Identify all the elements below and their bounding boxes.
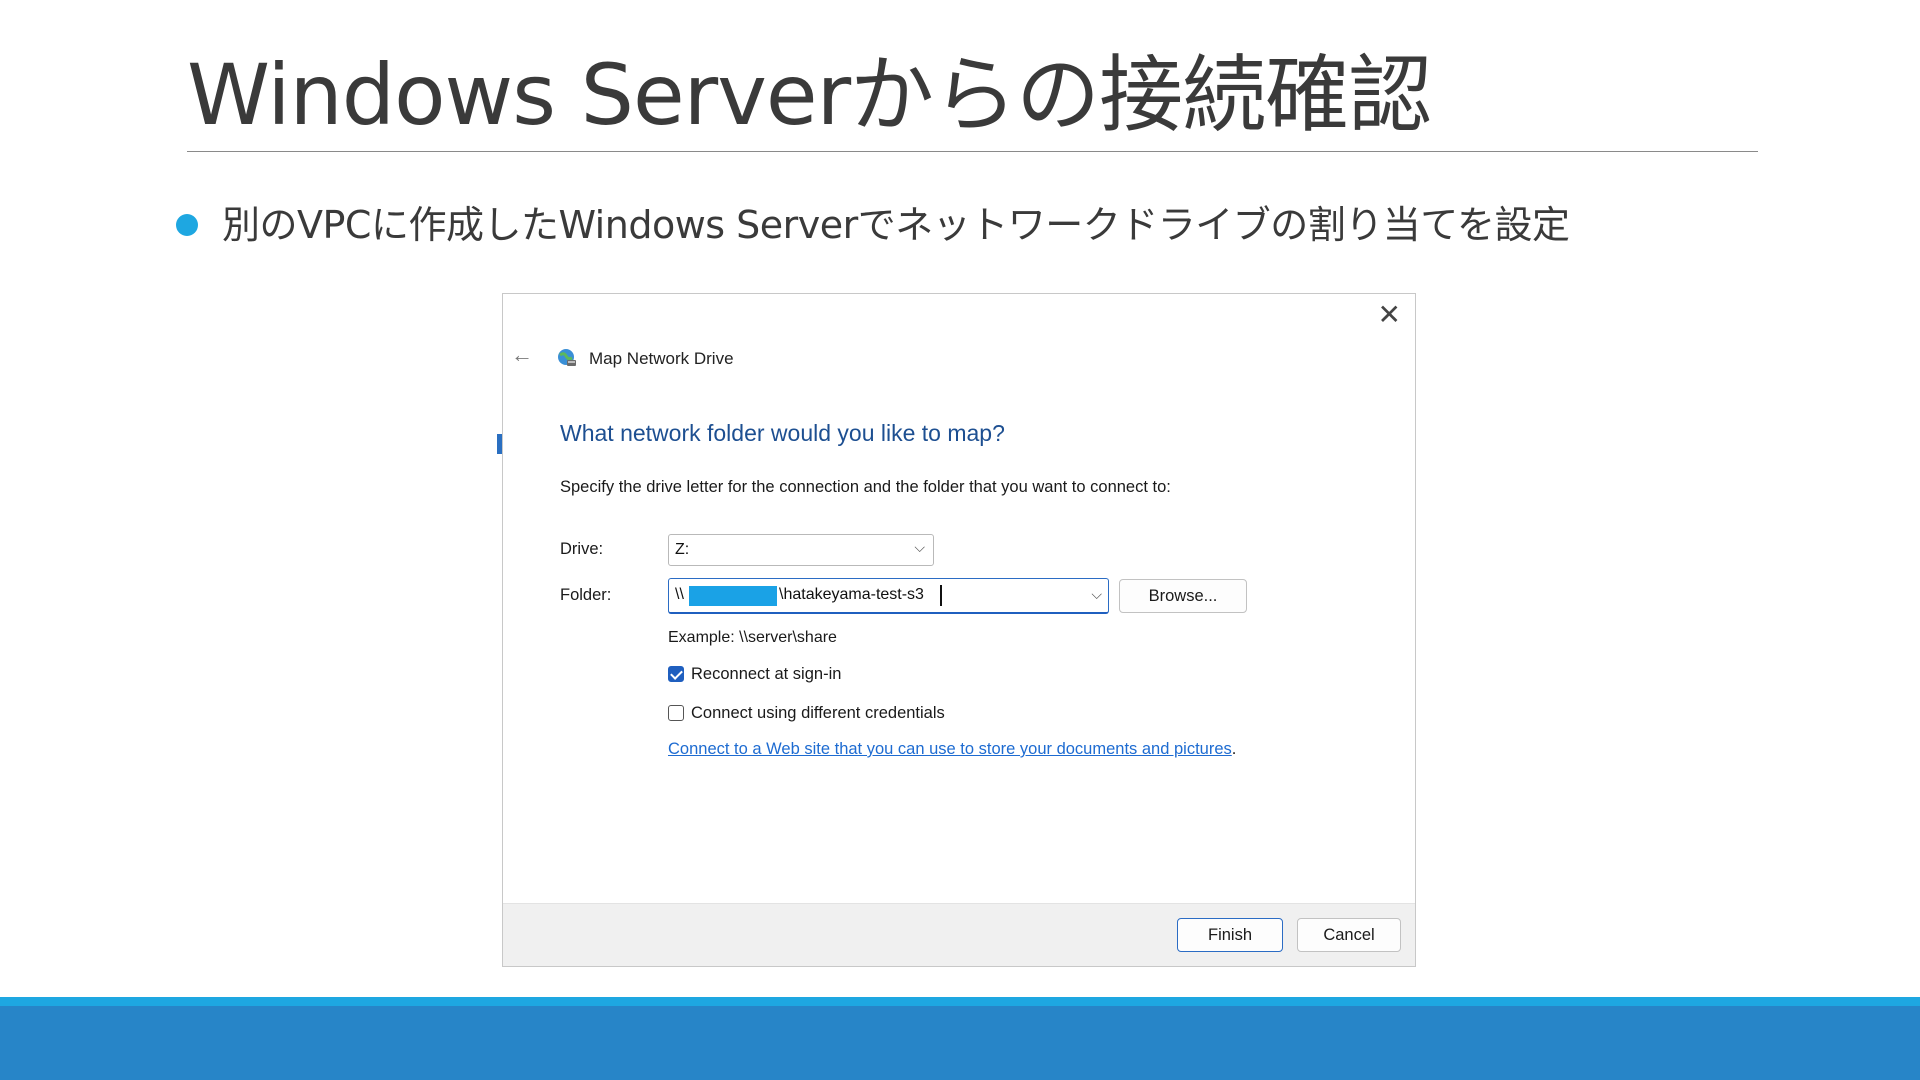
- bullet-dot: [176, 214, 198, 236]
- folder-prefix: \\: [675, 586, 684, 603]
- bullet-text: 別のVPCに作成したWindows Serverでネットワークドライブの割り当て…: [222, 203, 1570, 247]
- drive-value: Z:: [675, 541, 690, 558]
- finish-button[interactable]: Finish: [1177, 918, 1283, 952]
- map-network-drive-dialog: ✕ ← Map Network Drive What network folde…: [502, 293, 1416, 967]
- cancel-button[interactable]: Cancel: [1297, 918, 1401, 952]
- folder-example: Example: \\server\share: [668, 629, 837, 646]
- text-caret: [940, 585, 942, 606]
- close-icon[interactable]: ✕: [1378, 300, 1401, 330]
- dialog-instruction: Specify the drive letter for the connect…: [560, 478, 1171, 496]
- drive-label: Drive:: [560, 540, 604, 558]
- browse-button[interactable]: Browse...: [1119, 579, 1247, 613]
- web-site-link[interactable]: Connect to a Web site that you can use t…: [668, 740, 1236, 759]
- network-drive-icon: [558, 349, 576, 366]
- reconnect-checkbox[interactable]: [668, 666, 684, 682]
- footer-band-accent: [0, 997, 1920, 1006]
- folder-path: \hatakeyama-test-s3: [779, 586, 924, 603]
- folder-label: Folder:: [560, 586, 612, 604]
- credentials-checkbox[interactable]: [668, 705, 684, 721]
- dialog-footer: Finish Cancel: [503, 903, 1415, 966]
- folder-input[interactable]: \\ \hatakeyama-test-s3 ⌵: [668, 578, 1109, 614]
- reconnect-label: Reconnect at sign-in: [691, 665, 842, 683]
- dialog-caption: Map Network Drive: [589, 349, 734, 368]
- chevron-down-icon: ⌵: [914, 539, 925, 555]
- slide-title: Windows Serverからの接続確認: [187, 46, 1432, 144]
- drive-select[interactable]: Z: ⌵: [668, 534, 934, 566]
- title-divider: [187, 151, 1758, 152]
- dialog-heading: What network folder would you like to ma…: [560, 420, 1005, 446]
- credentials-label: Connect using different credentials: [691, 704, 945, 722]
- link-period: .: [1231, 740, 1237, 758]
- chevron-down-icon[interactable]: ⌵: [1091, 586, 1102, 603]
- footer-band: [0, 1006, 1920, 1080]
- web-site-link-text[interactable]: Connect to a Web site that you can use t…: [668, 740, 1232, 758]
- redacted-server-name: [689, 586, 777, 606]
- back-arrow-icon[interactable]: ←: [511, 342, 533, 368]
